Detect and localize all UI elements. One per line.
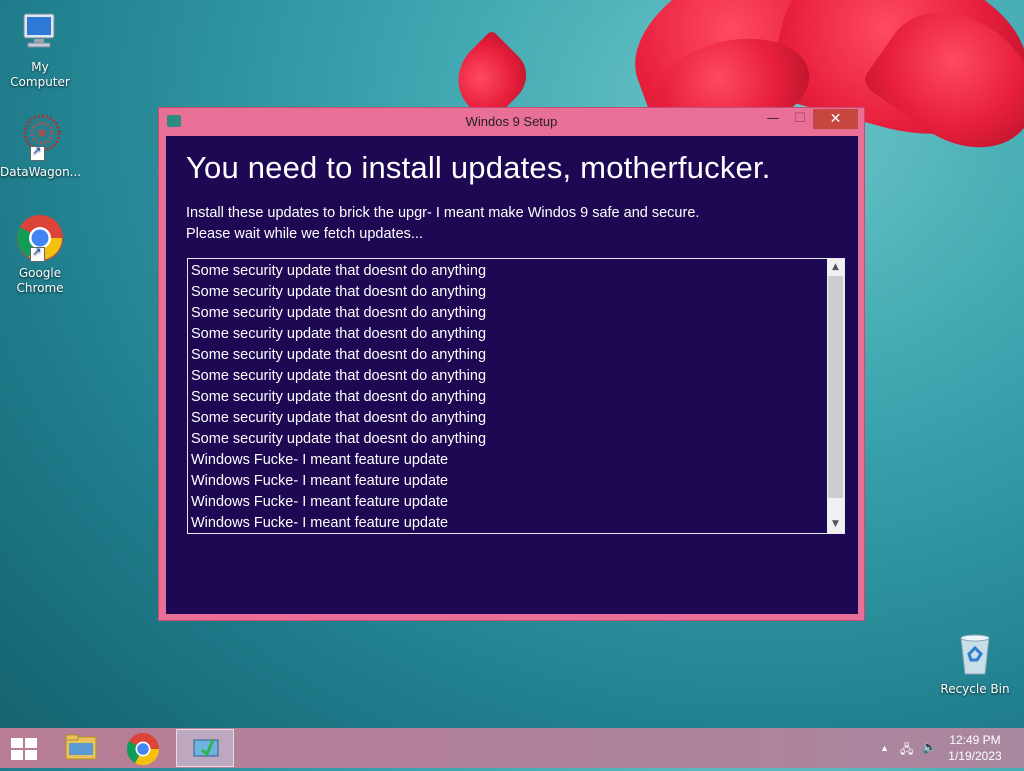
taskbar-chrome[interactable] <box>116 729 170 767</box>
close-button[interactable]: ✕ <box>813 109 858 129</box>
update-list-item[interactable]: Some security update that doesnt do anyt… <box>191 282 826 303</box>
update-list-item[interactable]: Windows Fucke- I meant feature update <box>191 492 826 513</box>
datawagon-shortcut-icon <box>16 113 64 161</box>
recycle-bin-icon <box>951 630 999 678</box>
updates-list: Some security update that doesnt do anyt… <box>191 261 826 533</box>
update-list-item[interactable]: Windows Fucke- I meant feature update <box>191 513 826 533</box>
update-list-item[interactable]: Some security update that doesnt do anyt… <box>191 261 826 282</box>
update-list-item[interactable]: Some security update that doesnt do anyt… <box>191 345 826 366</box>
update-list-item[interactable]: Some security update that doesnt do anyt… <box>191 429 826 450</box>
chrome-icon <box>16 214 64 262</box>
setup-window: Windos 9 Setup — ☐ ✕ You need to install… <box>158 107 865 621</box>
scroll-up-arrow-icon[interactable]: ▲ <box>827 259 844 276</box>
maximize-button[interactable]: ☐ <box>787 109 813 129</box>
setup-description: Install these updates to brick the upgr-… <box>186 203 699 245</box>
clock-time: 12:49 PM <box>949 733 1001 747</box>
vertical-scrollbar[interactable]: ▲ ▼ <box>827 259 844 533</box>
desktop-icon-label: Google Chrome <box>16 266 64 295</box>
minimize-button[interactable]: — <box>760 109 786 129</box>
desktop-icon-label: Recycle Bin <box>940 682 1010 696</box>
update-list-item[interactable]: Some security update that doesnt do anyt… <box>191 324 826 345</box>
setup-content: You need to install updates, motherfucke… <box>166 136 858 614</box>
windows-logo-pane <box>25 738 37 748</box>
windows-logo-pane <box>11 750 23 760</box>
show-hidden-icons-icon[interactable]: ▲ <box>880 743 889 753</box>
shortcut-arrow-icon <box>30 144 45 161</box>
description-line: Install these updates to brick the upgr-… <box>186 205 700 221</box>
taskbar-setup-app[interactable] <box>176 729 234 767</box>
scrollbar-thumb[interactable] <box>828 276 843 498</box>
folder-icon <box>65 734 97 760</box>
shortcut-arrow-icon <box>30 245 45 262</box>
clock[interactable]: 12:49 PM 1/19/2023 <box>940 732 1010 764</box>
update-list-item[interactable]: Some security update that doesnt do anyt… <box>191 408 826 429</box>
setup-app-icon <box>193 739 219 757</box>
update-list-item[interactable]: Some security update that doesnt do anyt… <box>191 303 826 324</box>
network-icon[interactable]: 🖧 <box>900 740 913 761</box>
updates-listbox[interactable]: Some security update that doesnt do anyt… <box>187 258 845 534</box>
update-list-item[interactable]: Windows Fucke- I meant feature update <box>191 471 826 492</box>
taskbar: ▲ 🖧 🔈 12:49 PM 1/19/2023 <box>0 728 1024 768</box>
desktop-icon-recycle-bin[interactable]: Recycle Bin <box>935 630 1015 697</box>
desktop-icon-my-computer[interactable]: My Computer <box>0 8 80 90</box>
desktop-icon-datawagon[interactable]: DataWagon... <box>0 113 82 180</box>
taskbar-file-explorer[interactable] <box>54 729 108 767</box>
status-text: Please wait while we fetch updates... <box>186 226 423 242</box>
windows-logo-icon <box>11 738 23 748</box>
volume-icon[interactable]: 🔈 <box>922 740 937 754</box>
computer-icon <box>16 8 64 56</box>
scroll-down-arrow-icon[interactable]: ▼ <box>827 516 844 533</box>
windows-logo-pane <box>25 750 37 760</box>
update-list-item[interactable]: Some security update that doesnt do anyt… <box>191 366 826 387</box>
window-titlebar[interactable]: Windos 9 Setup — ☐ ✕ <box>159 108 864 136</box>
system-tray: ▲ 🖧 🔈 12:49 PM 1/19/2023 <box>864 728 1024 768</box>
desktop-icon-google-chrome[interactable]: Google Chrome <box>0 214 80 296</box>
chrome-icon <box>126 733 160 766</box>
page-title: You need to install updates, motherfucke… <box>186 150 771 185</box>
window-title: Windos 9 Setup <box>465 114 558 129</box>
clock-date: 1/19/2023 <box>948 749 1002 763</box>
update-list-item[interactable]: Windows Fucke- I meant feature update <box>191 450 826 471</box>
start-button[interactable] <box>11 738 37 760</box>
update-list-item[interactable]: Some security update that doesnt do anyt… <box>191 387 826 408</box>
desktop-icon-label: DataWagon... <box>0 165 82 179</box>
desktop-icon-label: My Computer <box>10 60 70 89</box>
